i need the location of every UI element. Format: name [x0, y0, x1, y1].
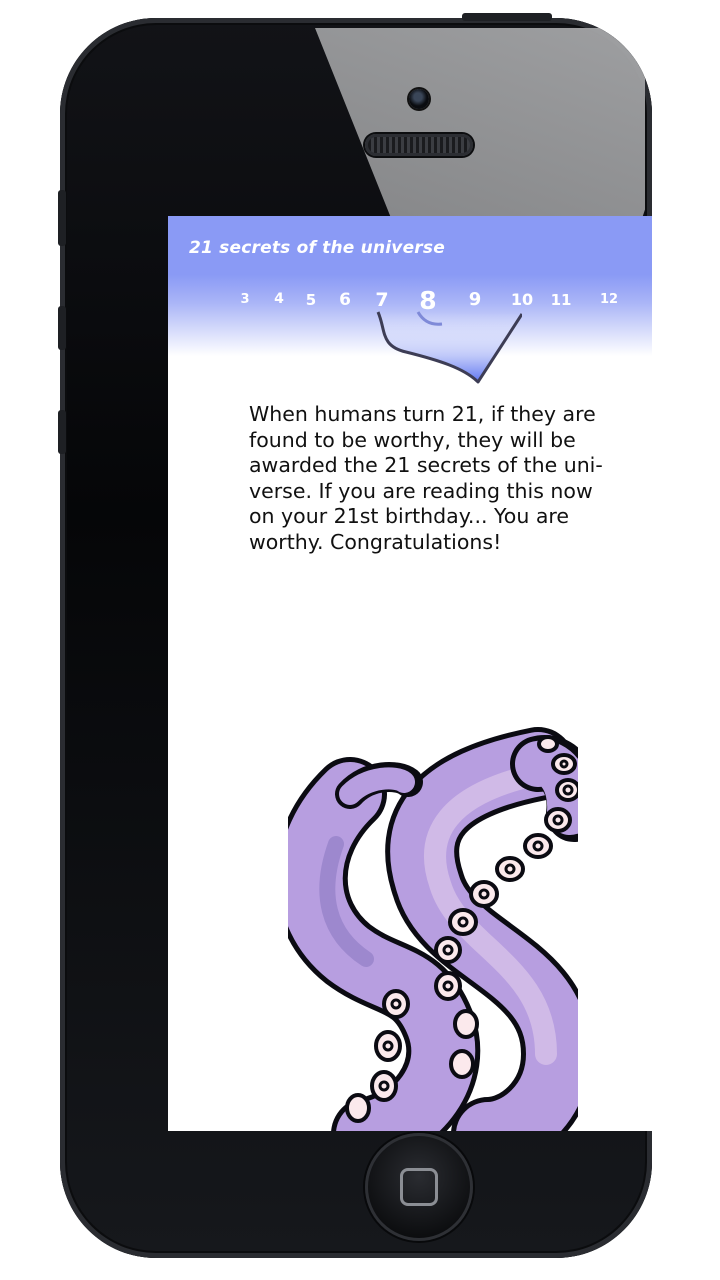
page-number-6[interactable]: 6 [339, 290, 351, 310]
mute-switch [58, 190, 66, 246]
home-button[interactable] [365, 1133, 473, 1241]
phone-frame: 21 secrets of the universe 3 4 5 6 7 8 9 10 11 12… [60, 18, 652, 1258]
shield-icon [376, 311, 522, 384]
intro-line: When humans turn 21, if they are [249, 402, 596, 426]
front-camera [409, 89, 429, 109]
page-number-5[interactable]: 5 [306, 291, 316, 309]
page-number-9[interactable]: 9 [469, 289, 482, 310]
intro-line: awarded the 21 secrets of the uni- [249, 453, 603, 478]
intro-line: on your 21st birthday... You are [249, 504, 570, 529]
page-number-4[interactable]: 4 [274, 291, 284, 307]
app-screen: 21 secrets of the universe 3 4 5 6 7 8 9 10 11 12… [168, 216, 652, 1131]
page-number-12[interactable]: 12 [600, 292, 618, 307]
intro-paragraph: When humans turn 21, if they are found t… [249, 402, 609, 556]
intro-line: found to be worthy, they will be [249, 427, 576, 452]
page-number-7[interactable]: 7 [375, 289, 388, 311]
earpiece-speaker [365, 134, 473, 156]
page-number-3[interactable]: 3 [240, 292, 249, 307]
intro-line: verse. If you are reading this now [249, 478, 593, 503]
page-number-11[interactable]: 11 [551, 291, 572, 309]
tentacle-number-8-illustration [288, 727, 578, 1131]
intro-line: worthy. Congratulations! [249, 529, 502, 554]
volume-down-button [58, 410, 66, 454]
page-number-10[interactable]: 10 [511, 290, 533, 309]
app-title: 21 secrets of the universe [189, 238, 445, 258]
power-button [462, 13, 552, 21]
volume-up-button [58, 306, 66, 350]
home-button-icon [400, 1168, 438, 1206]
